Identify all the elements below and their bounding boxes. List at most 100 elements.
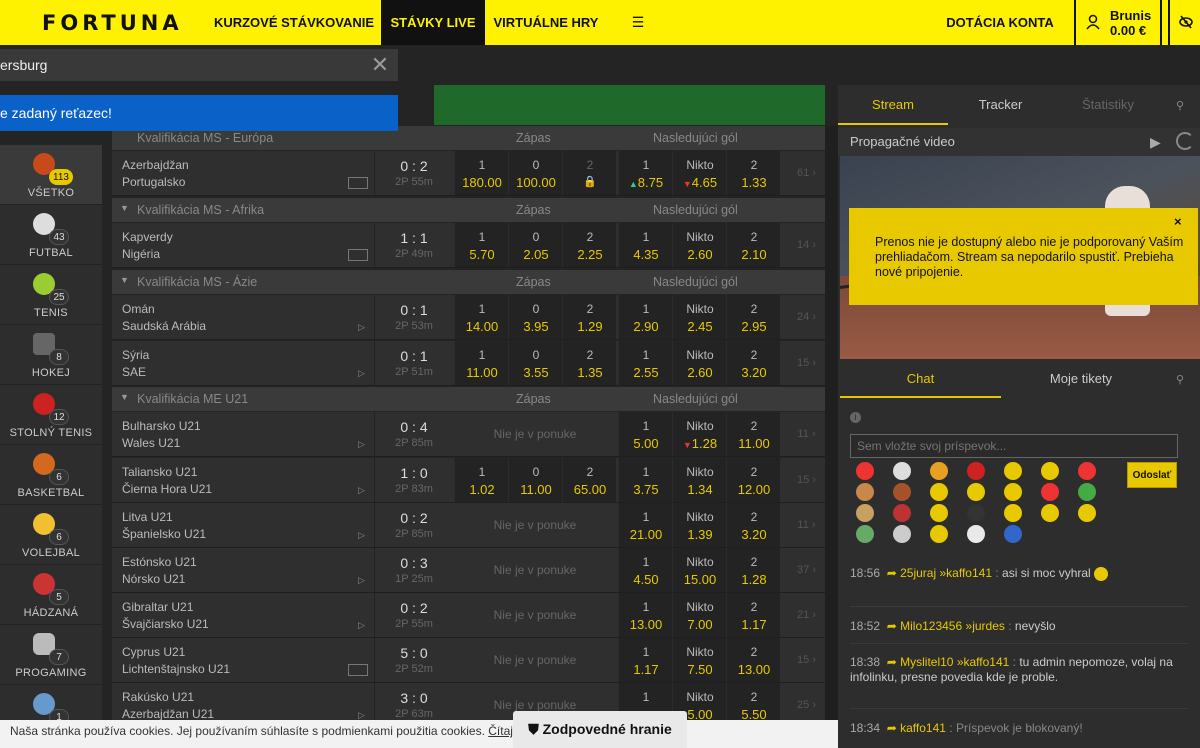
group-header[interactable]: ▼ Kvalifikácia ME U21 Zápas Nasledujúci gól <box>112 387 825 411</box>
emoji-icon[interactable] <box>967 483 985 501</box>
odds-2[interactable]: 2 🔒 <box>562 151 616 195</box>
refresh-icon[interactable] <box>1176 132 1194 150</box>
odds-0[interactable]: 0 3.95 <box>508 295 562 339</box>
collapse-caret-icon[interactable]: ▼ <box>120 203 129 213</box>
more-markets[interactable]: 15 › <box>788 341 825 385</box>
emoji-icon[interactable] <box>893 483 911 501</box>
stream-icon[interactable] <box>348 664 368 676</box>
more-markets[interactable]: 14 › <box>788 223 825 267</box>
event-row[interactable]: Cyprus U21 Lichtenštajnsko U21 5 : 0 2P 52m… <box>112 638 825 683</box>
msg-user[interactable]: kaffo141 <box>900 721 946 735</box>
odds-0[interactable]: 0 3.55 <box>508 341 562 385</box>
odds-2[interactable]: 2 65.00 <box>562 458 616 502</box>
goal-odds-none[interactable]: Nikto 2.60 <box>672 341 726 385</box>
emoji-icon[interactable] <box>930 504 948 522</box>
chat-input[interactable] <box>850 434 1178 458</box>
goal-odds-1[interactable]: 1 13.00 <box>618 593 672 637</box>
more-markets[interactable]: 21 › <box>788 593 825 637</box>
emoji-icon[interactable] <box>967 504 985 522</box>
deposit-button[interactable]: DOTÁCIA KONTA <box>935 0 1065 45</box>
event-row[interactable]: Litva U21 Španielsko U21 ▷ 0 : 2 2P 85m Nie j… <box>112 503 825 548</box>
emoji-icon[interactable] <box>893 462 911 480</box>
goal-odds-2[interactable]: 2 1.33 <box>726 151 780 195</box>
odds-0[interactable]: 0 100.00 <box>508 151 562 195</box>
msg-mention[interactable]: »kaffo141 <box>957 655 1010 669</box>
goal-odds-1[interactable]: 1 4.35 <box>618 223 672 267</box>
emoji-icon[interactable] <box>1078 483 1096 501</box>
goal-odds-none[interactable]: Nikto ▼4.65 <box>672 151 726 195</box>
sidebar-item-futbal[interactable]: 43 FUTBAL <box>0 205 102 265</box>
msg-user[interactable]: Myslitel10 <box>900 655 953 669</box>
clear-search-icon[interactable]: ✕ <box>368 51 392 79</box>
odds-0[interactable]: 0 2.05 <box>508 223 562 267</box>
event-row[interactable]: Omán Saudská Arábia ▷ 0 : 1 2P 53m 1 14.00 0 3.9… <box>112 295 825 340</box>
event-row[interactable]: Bulharsko U21 Wales U21 ▷ 0 : 4 2P 85m Nie je… <box>112 412 825 457</box>
odds-2[interactable]: 2 1.29 <box>562 295 616 339</box>
goal-odds-2[interactable]: 2 11.00 <box>726 412 780 456</box>
pin-icon[interactable]: ⚲ <box>1176 99 1184 112</box>
goal-odds-2[interactable]: 2 3.20 <box>726 341 780 385</box>
more-markets[interactable]: 24 › <box>788 295 825 339</box>
emoji-icon[interactable] <box>930 462 948 480</box>
more-markets[interactable]: 37 › <box>788 548 825 592</box>
tab-tracker[interactable]: Tracker <box>948 85 1053 125</box>
emoji-icon[interactable] <box>856 483 874 501</box>
emoji-icon[interactable] <box>1004 462 1022 480</box>
msg-user[interactable]: 25juraj <box>900 566 936 580</box>
goal-odds-1[interactable]: 1 4.50 <box>618 548 672 592</box>
odds-0[interactable]: 0 11.00 <box>508 458 562 502</box>
play-icon[interactable]: ▶ <box>1150 134 1161 151</box>
goal-odds-1[interactable]: 1 21.00 <box>618 503 672 547</box>
goal-odds-2[interactable]: 2 1.17 <box>726 593 780 637</box>
goal-odds-none[interactable]: Nikto 1.39 <box>672 503 726 547</box>
nav-live[interactable]: STÁVKY LIVE <box>381 0 485 45</box>
nav-kurzove[interactable]: KURZOVÉ STÁVKOVANIE <box>212 0 376 45</box>
sidebar-item-progaming[interactable]: 7 PROGAMING <box>0 625 102 685</box>
goal-odds-1[interactable]: 1 1.17 <box>618 638 672 682</box>
goal-odds-2[interactable]: 2 3.20 <box>726 503 780 547</box>
cookie-link[interactable]: Čítaj <box>488 724 513 738</box>
event-row[interactable]: Sýria SAE ▷ 0 : 1 2P 51m 1 11.00 0 3.55 2 1.35 1 2.5… <box>112 341 825 386</box>
play-icon[interactable]: ▷ <box>358 530 368 542</box>
goal-odds-1[interactable]: 1 2.55 <box>618 341 672 385</box>
sidebar-item-all[interactable]: 113 VŠETKO <box>0 145 102 205</box>
sidebar-item-stolny-tenis[interactable]: 12 STOLNÝ TENIS <box>0 385 102 445</box>
emoji-icon[interactable] <box>893 525 911 543</box>
emoji-icon[interactable] <box>893 504 911 522</box>
emoji-icon[interactable] <box>1004 525 1022 543</box>
odds-1[interactable]: 1 180.00 <box>454 151 508 195</box>
sidebar-item-volejbal[interactable]: 6 VOLEJBAL <box>0 505 102 565</box>
goal-odds-2[interactable]: 2 2.10 <box>726 223 780 267</box>
odds-2[interactable]: 2 1.35 <box>562 341 616 385</box>
close-icon[interactable]: × <box>1174 214 1182 229</box>
goal-odds-2[interactable]: 2 2.95 <box>726 295 780 339</box>
play-icon[interactable]: ▷ <box>358 620 368 632</box>
goal-odds-none[interactable]: Nikto ▼1.28 <box>672 412 726 456</box>
stream-icon[interactable] <box>348 177 368 189</box>
goal-odds-none[interactable]: Nikto 1.34 <box>672 458 726 502</box>
more-markets[interactable]: 15 › <box>788 458 825 502</box>
scrollbar[interactable] <box>825 126 838 748</box>
more-markets[interactable]: 61 › <box>788 151 825 195</box>
emoji-icon[interactable] <box>967 462 985 480</box>
hide-balance-button[interactable] <box>1168 0 1200 45</box>
emoji-icon[interactable] <box>930 525 948 543</box>
msg-user[interactable]: Milo123456 <box>900 619 962 633</box>
play-icon[interactable]: ▷ <box>358 368 368 380</box>
msg-mention[interactable]: »kaffo141 <box>939 566 992 580</box>
play-icon[interactable]: ▷ <box>358 322 368 334</box>
odds-1[interactable]: 1 14.00 <box>454 295 508 339</box>
user-account[interactable]: Brunis 0.00 € <box>1074 0 1162 45</box>
play-icon[interactable]: ▷ <box>358 439 368 451</box>
play-icon[interactable]: ▷ <box>358 575 368 587</box>
emoji-icon[interactable] <box>1078 462 1096 480</box>
goal-odds-2[interactable]: 2 12.00 <box>726 458 780 502</box>
nav-virtualne[interactable]: VIRTUÁLNE HRY <box>490 0 602 45</box>
more-markets[interactable]: 11 › <box>788 412 825 456</box>
event-row[interactable]: Taliansko U21 Čierna Hora U21 ▷ 1 : 0 2P 83m… <box>112 458 825 503</box>
responsible-gaming-button[interactable]: ⛊ Zodpovedné hranie <box>513 711 687 748</box>
group-header[interactable]: ▼ Kvalifikácia MS - Afrika Zápas Nasledujúc… <box>112 198 825 222</box>
tab-stream[interactable]: Stream <box>838 85 948 125</box>
send-button[interactable]: Odoslať <box>1127 462 1177 488</box>
event-row[interactable]: Azerbajdžan Portugalsko 0 : 2 2P 55m 1 180.00… <box>112 151 825 196</box>
